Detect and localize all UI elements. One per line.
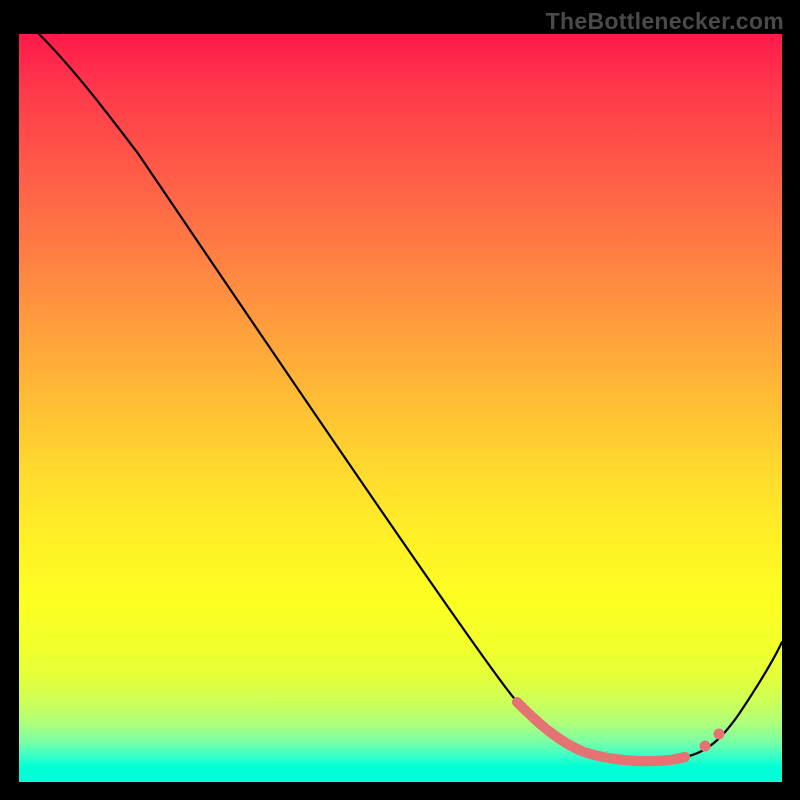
marker-bead xyxy=(700,741,711,752)
brand-watermark: TheBottlenecker.com xyxy=(546,8,784,35)
marker-bead xyxy=(714,729,725,740)
chart-frame: TheBottlenecker.com xyxy=(0,0,800,800)
curve-svg xyxy=(19,34,782,782)
bottleneck-curve xyxy=(39,34,782,761)
plot-area xyxy=(19,34,782,782)
